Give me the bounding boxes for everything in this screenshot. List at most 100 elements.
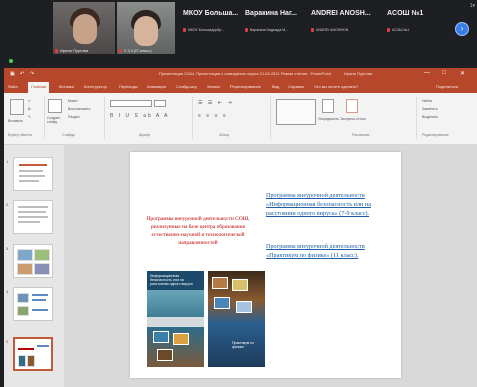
thumb-title <box>19 164 47 166</box>
connection-status-icon <box>9 59 13 63</box>
tab-home[interactable]: Главная <box>28 82 50 93</box>
thumb-line <box>18 211 46 213</box>
slide-program-1[interactable]: Программа внеурочной деятельности «Инфор… <box>266 192 392 219</box>
book-cover-image-1[interactable]: Информационная безопасность или на расст… <box>147 271 204 367</box>
mic-muted-icon <box>183 28 186 33</box>
maximize-button[interactable]: □ <box>442 70 446 76</box>
quick-styles-label: Экспресс-стили <box>340 117 366 121</box>
slide-thumbnail-1[interactable] <box>13 157 53 191</box>
mic-muted-icon <box>119 48 122 53</box>
slide-number: 5 <box>6 339 9 344</box>
redo-icon[interactable]: ↷ <box>30 71 34 77</box>
current-slide[interactable]: Программы внеурочной деятельности СОШ, р… <box>130 152 401 378</box>
participant-name-2: 2 3 4 (IT-класс) <box>119 48 152 53</box>
layout-button[interactable]: Макет <box>68 99 78 103</box>
participant-tile-6[interactable]: ACOШ №1 <box>387 10 423 17</box>
slide-program-2[interactable]: Программа внеурочной деятельности «Практ… <box>266 243 392 261</box>
slide-thumbnail-2[interactable] <box>13 200 53 234</box>
font-size-select[interactable] <box>154 100 166 107</box>
participant-tile-5[interactable]: ANDREI ANOSH... <box>311 10 371 17</box>
participant-face <box>134 16 158 46</box>
thumb-line <box>18 216 48 218</box>
participant-tile-3[interactable]: МКОУ Больша... <box>183 10 238 17</box>
font-format-icons[interactable]: B I U S ab A A <box>110 113 169 119</box>
ribbon-divider <box>104 97 105 139</box>
thumb-line <box>19 180 39 182</box>
tab-transitions[interactable]: Переходы <box>119 84 138 89</box>
book-cover-image-2[interactable]: Практикум по физике <box>208 271 265 367</box>
thumb-line <box>37 345 49 347</box>
tab-insert[interactable]: Вставка <box>59 84 74 89</box>
list-icons[interactable]: ☰ ☰ ⇤ ⇥ <box>198 100 234 106</box>
paste-icon[interactable] <box>10 99 24 115</box>
thumb-line <box>18 221 40 223</box>
format-painter-icon[interactable]: ✎ <box>28 115 31 119</box>
share-button[interactable]: Поделиться <box>436 84 458 89</box>
slide-thumbnails-pane: 1 2 3 4 5 <box>4 145 64 387</box>
tab-record[interactable]: Запись <box>207 84 220 89</box>
participant-video-1[interactable]: Ирина Пуртова <box>53 2 115 54</box>
font-name-select[interactable] <box>110 100 152 107</box>
slide-thumbnail-5[interactable] <box>13 337 53 371</box>
book-title-1: Информационная безопасность или на расст… <box>150 274 193 287</box>
cut-icon[interactable]: ✂ <box>28 99 31 103</box>
slide-number: 2 <box>6 202 9 207</box>
thumb-line <box>18 348 34 350</box>
participant-face <box>73 14 97 44</box>
replace-button[interactable]: Заменить <box>422 107 438 111</box>
thumb-line <box>19 170 43 172</box>
tab-file[interactable]: Файл <box>8 84 18 89</box>
mic-muted-icon <box>55 48 58 53</box>
align-icons[interactable]: ≡ ≡ ≡ ≡ <box>198 113 228 119</box>
new-slide-icon[interactable] <box>48 99 62 113</box>
user-name[interactable]: Ирина Пуртова <box>344 71 372 76</box>
participant-tile-4[interactable]: Варакина Наг... <box>245 10 297 17</box>
tell-me-search[interactable]: Что вы хотите сделать? <box>314 84 358 89</box>
shapes-gallery[interactable] <box>276 99 316 125</box>
thumb-image <box>18 355 26 367</box>
book-image-chip <box>153 331 169 343</box>
participant-video-2[interactable]: 2 3 4 (IT-класс) <box>117 2 175 54</box>
ribbon-home: Вставить ✂ ⧉ ✎ Буфер обмена Создать слай… <box>4 93 477 145</box>
book-image-chip <box>232 279 248 291</box>
participant-count-badge[interactable]: 1▾ <box>470 3 475 9</box>
slide-thumbnail-4[interactable] <box>13 287 53 321</box>
copy-icon[interactable]: ⧉ <box>28 107 31 111</box>
ribbon-tabs: Файл Главная Вставка Конструктор Переход… <box>4 81 477 93</box>
thumb-image <box>34 249 50 261</box>
tab-animations[interactable]: Анимация <box>147 84 166 89</box>
participant-sub-5: ANDREI ANOSHKIN <box>311 28 348 33</box>
thumb-line <box>32 294 48 296</box>
close-button[interactable]: ✕ <box>460 70 465 77</box>
tab-design[interactable]: Конструктор <box>84 84 107 89</box>
mic-muted-icon <box>387 28 390 33</box>
select-button[interactable]: Выделить <box>422 115 438 119</box>
slide-left-heading[interactable]: Программы внеурочной деятельности СОШ, р… <box>138 215 258 247</box>
participant-name-1: Ирина Пуртова <box>55 48 88 53</box>
minimize-button[interactable]: — <box>424 70 430 76</box>
section-button[interactable]: Раздел <box>68 115 80 119</box>
mic-muted-icon <box>245 28 248 33</box>
tab-review[interactable]: Рецензирование <box>230 84 261 89</box>
book-image-chip <box>236 301 252 313</box>
find-button[interactable]: Найти <box>422 99 432 103</box>
tab-view[interactable]: Вид <box>272 84 279 89</box>
book-image-chip <box>157 349 173 361</box>
tab-slideshow[interactable]: Слайд-шоу <box>176 84 197 89</box>
arrange-icon[interactable] <box>322 99 334 113</box>
save-icon[interactable]: ▣ <box>10 71 15 77</box>
group-paragraph: Абзац <box>219 133 229 137</box>
group-drawing: Рисование <box>352 133 370 137</box>
book-image-chip <box>173 333 189 345</box>
group-editing: Редактирование <box>422 133 449 137</box>
undo-icon[interactable]: ↶ <box>20 71 24 77</box>
video-conference-bar: Ирина Пуртова 2 3 4 (IT-класс) МКОУ Боль… <box>0 0 477 64</box>
tab-help[interactable]: Справка <box>288 84 304 89</box>
new-slide-label: Создать слайд <box>47 116 61 124</box>
slide-thumbnail-3[interactable] <box>13 244 53 278</box>
window-titlebar: ▣ ↶ ↷ Презентация СОШ. Презентация к сов… <box>4 68 477 81</box>
thumb-image <box>17 306 29 316</box>
quick-styles-icon[interactable] <box>346 99 358 113</box>
reset-button[interactable]: Восстановить <box>68 107 90 111</box>
next-page-button[interactable]: › <box>455 22 469 36</box>
